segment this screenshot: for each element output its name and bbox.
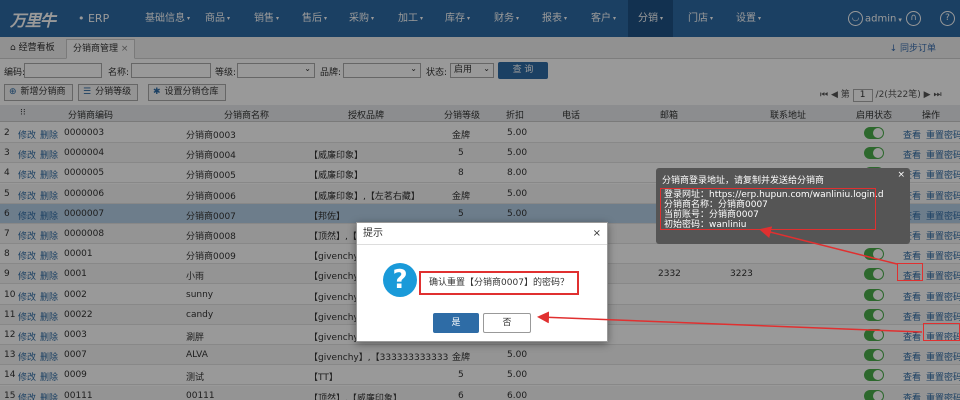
arrow-to-login-info bbox=[759, 226, 898, 265]
annotation-arrows bbox=[537, 226, 923, 333]
arrow-to-dialog bbox=[537, 311, 923, 333]
